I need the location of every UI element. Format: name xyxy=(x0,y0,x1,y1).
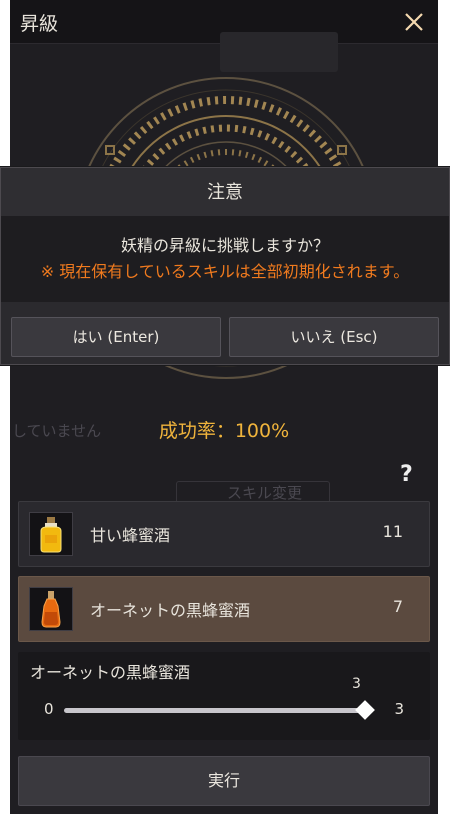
quantity-selector: オーネットの黒蜂蜜酒 3 0 3 xyxy=(18,652,430,740)
yes-button[interactable]: はい (Enter) xyxy=(11,317,221,357)
no-button[interactable]: いいえ (Esc) xyxy=(229,317,439,357)
dialog-body: 妖精の昇級に挑戦しますか？ ※ 現在保有しているスキルは全部初期化されます。 xyxy=(1,216,449,302)
panel-title: 昇級 xyxy=(20,13,59,35)
dialog-header: 注意 xyxy=(1,168,449,216)
execute-button[interactable]: 実行 xyxy=(18,756,430,806)
item-name: 甘い蜂蜜酒 xyxy=(90,526,171,545)
dialog-title: 注意 xyxy=(207,182,243,203)
dialog-message: 妖精の昇級に挑戦しますか？ xyxy=(120,236,329,255)
confirm-dialog: 注意 妖精の昇級に挑戦しますか？ ※ 現在保有しているスキルは全部初期化されます… xyxy=(0,167,450,365)
list-item-selected[interactable]: オーネットの黒蜂蜜酒 7 xyxy=(18,576,430,642)
quantity-current: 3 xyxy=(352,676,361,692)
black-honey-wine-bottle-icon xyxy=(29,587,73,631)
quantity-slider-handle[interactable] xyxy=(355,700,375,720)
list-item[interactable]: 甘い蜂蜜酒 11 xyxy=(18,501,430,567)
success-rate: 成功率：100% xyxy=(158,420,290,442)
background-ghost-panel xyxy=(220,32,338,72)
promotion-panel: 昇級 していません スキル変更 成功率：100% ? 甘い蜂蜜酒 11 オーネッ… xyxy=(10,0,438,814)
quantity-max: 3 xyxy=(394,700,404,718)
honey-wine-bottle-icon xyxy=(29,512,73,556)
quantity-min: 0 xyxy=(44,700,54,718)
help-icon[interactable]: ? xyxy=(400,462,413,487)
close-icon xyxy=(405,13,423,31)
quantity-slider[interactable] xyxy=(64,708,366,713)
dialog-warning: ※ 現在保有しているスキルは全部初期化されます。 xyxy=(40,262,410,281)
item-count: 7 xyxy=(392,597,403,616)
item-count: 11 xyxy=(382,522,403,541)
quantity-title: オーネットの黒蜂蜜酒 xyxy=(30,663,191,682)
item-name: オーネットの黒蜂蜜酒 xyxy=(90,601,251,620)
close-button[interactable] xyxy=(400,8,428,36)
